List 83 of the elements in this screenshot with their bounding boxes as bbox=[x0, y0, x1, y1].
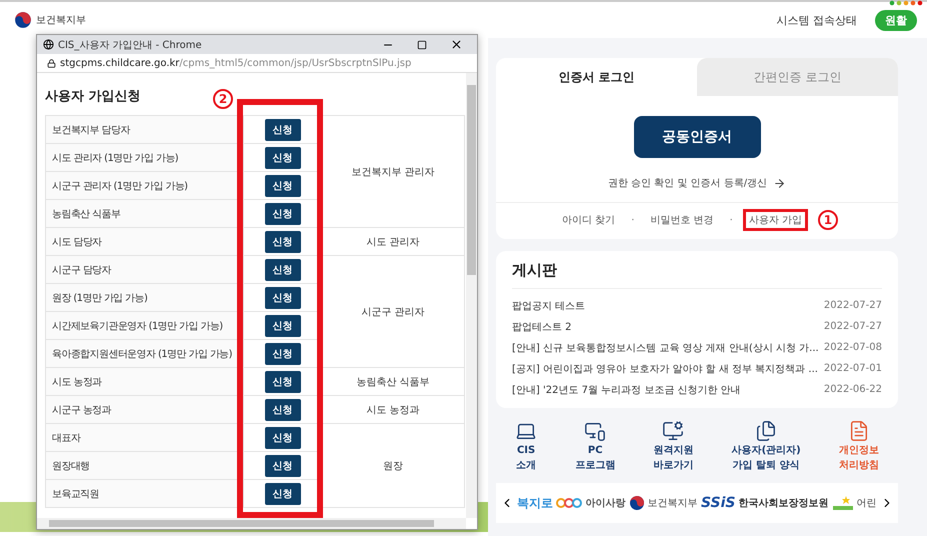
account-link[interactable]: 사용자 가입 bbox=[742, 209, 808, 231]
lock-icon bbox=[47, 58, 56, 68]
documents-icon bbox=[755, 420, 778, 442]
quick-link[interactable]: PC 프로그램 bbox=[575, 420, 616, 471]
apply-button[interactable]: 신청 bbox=[264, 398, 300, 420]
signal-dots-icon bbox=[889, 0, 923, 6]
role-cell: 대표자 bbox=[46, 424, 244, 452]
post-title[interactable]: 팝업공지 테스트 bbox=[512, 298, 586, 312]
certificate-button[interactable]: 공동인증서 bbox=[634, 116, 760, 158]
role-cell: 육아종합지원센터운영자 (1명만 가입 가능) bbox=[46, 340, 244, 368]
post-date: 2022-06-22 bbox=[824, 384, 882, 395]
group-cell: 시도 관리자 bbox=[322, 228, 464, 256]
role-cell: 시군구 담당자 bbox=[46, 256, 244, 284]
post-title[interactable]: [안내] 신규 보육통합정보시스템 교육 영상 게재 안내(상시 시청 가... bbox=[512, 340, 819, 354]
renew-link[interactable]: 권한 승인 확인 및 인증서 등록/갱신 bbox=[608, 176, 786, 190]
group-cell: 보건복지부 관리자 bbox=[322, 116, 464, 228]
apply-button[interactable]: 신청 bbox=[264, 370, 300, 392]
role-cell: 원장 (1명만 가입 가능) bbox=[46, 284, 244, 312]
remote-icon bbox=[662, 420, 684, 442]
post-title[interactable]: [안내] '22년도 7월 누리과정 보조금 신청기한 안내 bbox=[512, 382, 741, 396]
partner-logo[interactable]: 보건복지부 bbox=[628, 495, 698, 511]
arrow-right-icon bbox=[773, 176, 786, 190]
vertical-scrollbar[interactable] bbox=[466, 73, 477, 518]
partner-logo[interactable]: 어린 bbox=[832, 495, 877, 511]
apply-button[interactable]: 신청 bbox=[264, 230, 300, 252]
apply-button[interactable]: 신청 bbox=[264, 454, 300, 476]
post-date: 2022-07-27 bbox=[824, 300, 882, 311]
step-marker: 2 bbox=[213, 89, 233, 109]
partner-logo[interactable]: SSiS 한국사회보장정보원 bbox=[700, 495, 828, 511]
post-title[interactable]: 팝업테스트 2 bbox=[512, 320, 572, 334]
group-cell: 시군구 관리자 bbox=[322, 256, 464, 368]
maximize-icon bbox=[417, 40, 427, 50]
role-cell: 시도 농정과 bbox=[46, 368, 244, 396]
role-cell: 보건복지부 담당자 bbox=[46, 116, 244, 144]
apply-button[interactable]: 신청 bbox=[264, 202, 300, 224]
close-icon bbox=[450, 38, 462, 51]
post-date: 2022-07-01 bbox=[824, 363, 882, 374]
account-link[interactable]: 아이디 찾기 bbox=[556, 209, 622, 231]
quick-link[interactable]: 사용자(관리자) 가입 탈퇴 양식 bbox=[732, 420, 801, 471]
quick-link[interactable]: 원격지원 바로가기 bbox=[653, 420, 694, 471]
group-cell: 원장 bbox=[322, 424, 464, 508]
post-date: 2022-07-27 bbox=[824, 321, 882, 332]
emblem-icon bbox=[628, 495, 645, 511]
group-cell: 시도 농정과 bbox=[322, 396, 464, 424]
emblem-icon bbox=[14, 11, 32, 29]
separator-dot: · bbox=[730, 214, 733, 226]
globe-icon bbox=[43, 39, 54, 50]
apply-button[interactable]: 신청 bbox=[264, 286, 300, 308]
apply-button[interactable]: 신청 bbox=[264, 482, 300, 504]
rings-icon bbox=[556, 497, 582, 509]
address-bar[interactable]: stgcpms.childcare.go.kr/cpms_html5/common/jsp/UsrSbscrptnSlPu.jsp bbox=[37, 54, 477, 73]
apply-button[interactable]: 신청 bbox=[264, 146, 300, 168]
page-heading: 사용자 가입신청 bbox=[45, 88, 141, 105]
apply-button[interactable]: 신청 bbox=[264, 342, 300, 364]
group-cell: 농림축산 식품부 bbox=[322, 368, 464, 396]
apply-button[interactable]: 신청 bbox=[264, 258, 300, 280]
role-cell: 원장대행 bbox=[46, 452, 244, 480]
logo-text: 보건복지부 bbox=[36, 14, 86, 27]
role-cell: 보육교직원 bbox=[46, 480, 244, 508]
account-link[interactable]: 비밀번호 변경 bbox=[644, 209, 720, 231]
role-cell: 시간제보육기관운영자 (1명만 가입 가능) bbox=[46, 312, 244, 340]
monitor-icon bbox=[584, 420, 606, 442]
window-title: CIS_사용자 가입안내 - Chrome bbox=[58, 38, 203, 52]
role-cell: 시군구 관리자 (1명만 가입 가능) bbox=[46, 172, 244, 200]
post-date: 2022-07-08 bbox=[824, 342, 882, 353]
role-cell: 시도 관리자 (1명만 가입 가능) bbox=[46, 144, 244, 172]
role-cell: 시도 담당자 bbox=[46, 228, 244, 256]
separator-dot: · bbox=[631, 214, 634, 226]
partner-logo[interactable]: 아이사랑 bbox=[556, 496, 626, 510]
role-cell: 시군구 농정과 bbox=[46, 396, 244, 424]
apply-button[interactable]: 신청 bbox=[264, 426, 300, 448]
apply-button[interactable]: 신청 bbox=[264, 314, 300, 336]
apply-button[interactable]: 신청 bbox=[264, 118, 300, 140]
houses-icon bbox=[832, 495, 854, 511]
board-title: 게시판 bbox=[512, 261, 882, 289]
url-text: stgcpms.childcare.go.kr/cpms_html5/common/jsp/UsrSbscrptnSlPu.jsp bbox=[60, 58, 412, 68]
step-marker: 1 bbox=[818, 210, 838, 230]
horizontal-scrollbar[interactable] bbox=[37, 518, 466, 529]
apply-button[interactable]: 신청 bbox=[264, 174, 300, 196]
status-label: 시스템 접속상태 bbox=[776, 12, 857, 28]
role-cell: 농림축산 식품부 bbox=[46, 200, 244, 228]
quick-link[interactable]: CIS 소개 bbox=[515, 420, 538, 471]
post-title[interactable]: [공지] 어린이집과 영유아 보호자가 알아야 할 새 정부 복지정책과 ... bbox=[512, 362, 818, 376]
